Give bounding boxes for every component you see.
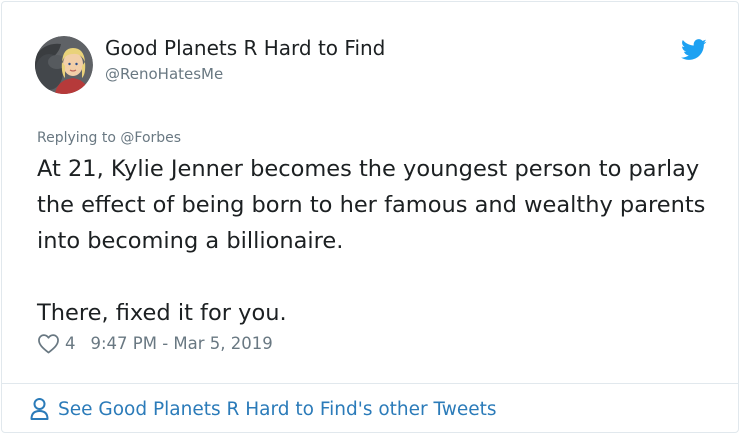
heart-icon [38, 333, 59, 353]
tweet-timestamp[interactable]: 9:47 PM - Mar 5, 2019 [91, 334, 273, 353]
avatar-image [35, 36, 93, 94]
tweet-text: At 21, Kylie Jenner becomes the youngest… [37, 151, 717, 331]
reply-mention-link[interactable]: @Forbes [120, 130, 181, 146]
person-icon [30, 398, 49, 420]
author-handle[interactable]: @RenoHatesMe [105, 64, 223, 84]
avatar[interactable] [35, 36, 93, 94]
tweet-text-paragraph: There, fixed it for you. [37, 300, 287, 326]
like-count: 4 [65, 333, 76, 353]
tweet-text-paragraph: At 21, Kylie Jenner becomes the youngest… [37, 156, 706, 254]
like-button[interactable]: 4 [37, 333, 91, 354]
see-more-tweets-link[interactable]: See Good Planets R Hard to Find's other … [29, 397, 497, 421]
author-name[interactable]: Good Planets R Hard to Find [105, 36, 385, 60]
footer-divider [2, 383, 738, 384]
embedded-tweet-card: Good Planets R Hard to Find @RenoHatesMe… [1, 1, 739, 433]
reply-prefix: Replying to [37, 130, 121, 146]
reply-context: Replying to @Forbes [37, 129, 181, 147]
see-more-label: See Good Planets R Hard to Find's other … [58, 398, 497, 420]
tweet-meta: 4 9:47 PM - Mar 5, 2019 [37, 332, 273, 354]
twitter-bird-icon[interactable] [681, 39, 707, 61]
